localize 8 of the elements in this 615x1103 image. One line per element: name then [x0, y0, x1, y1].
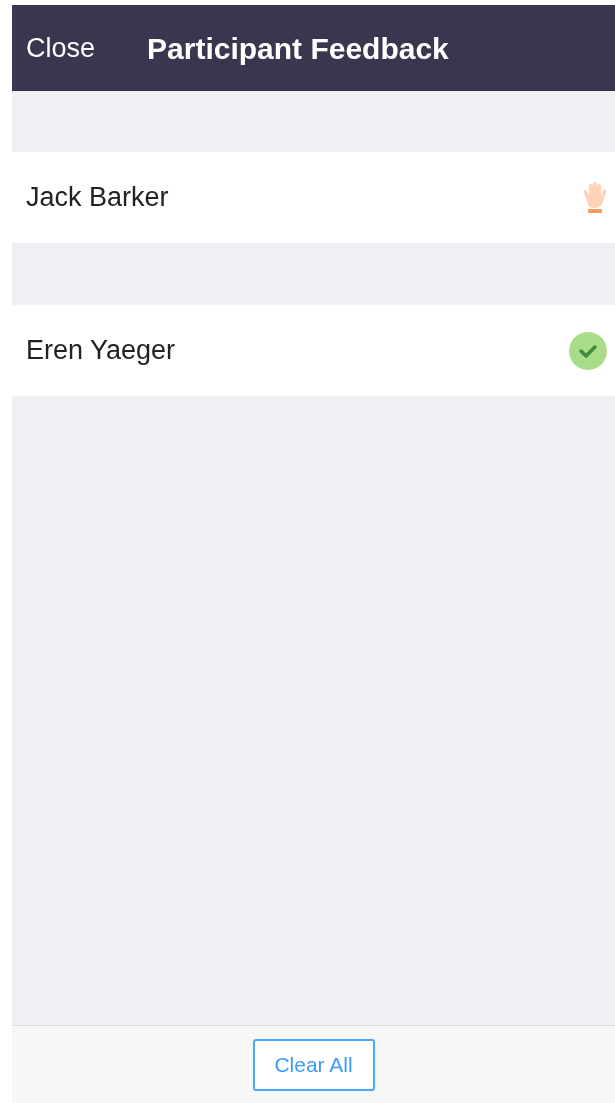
- raised-hand-icon: [581, 180, 607, 215]
- close-button[interactable]: Close: [26, 27, 96, 69]
- participant-row[interactable]: Jack Barker: [12, 152, 615, 243]
- checkmark-icon: [569, 331, 607, 370]
- header-title: Participant Feedback: [147, 30, 449, 67]
- participant-name: Jack Barker: [26, 181, 169, 215]
- participant-row[interactable]: Eren Yaeger: [12, 305, 615, 396]
- participant-name: Eren Yaeger: [26, 334, 176, 368]
